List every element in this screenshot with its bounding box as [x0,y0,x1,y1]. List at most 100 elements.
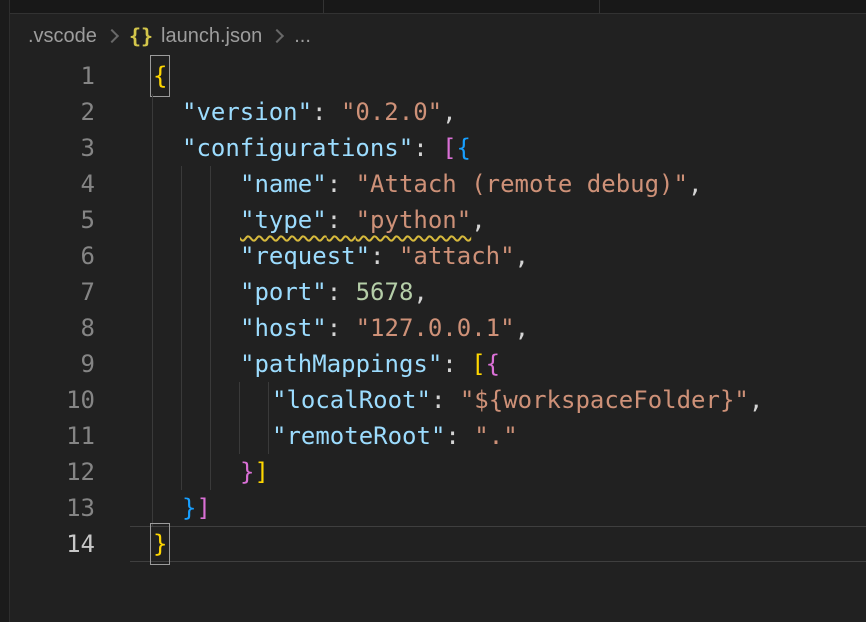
code-token: } [182,494,196,522]
indent-guide [152,382,153,418]
line-number[interactable]: 7 [10,274,95,310]
line-number[interactable]: 14 [10,526,95,562]
code-line-12[interactable]: 12}] [10,454,866,490]
indent-guide [152,490,153,526]
code-token: "127.0.0.1" [356,314,515,342]
indent-guide [268,382,269,418]
line-number[interactable]: 11 [10,418,95,454]
line-content: "port": 5678, [240,274,428,310]
line-number[interactable]: 4 [10,166,95,202]
code-token: { [486,350,500,378]
code-token: "name" [240,170,327,198]
indent-guide [152,202,153,238]
line-number[interactable]: 9 [10,346,95,382]
code-line-4[interactable]: 4"name": "Attach (remote debug)", [10,166,866,202]
indent-guide [181,166,182,202]
code-token: , [515,242,529,270]
code-token: } [240,458,254,486]
code-token: , [688,170,702,198]
code-token: : [370,242,399,270]
tab-separator [323,0,324,13]
code-line-8[interactable]: 8 "host": "127.0.0.1", [10,310,866,346]
line-content: "host": "127.0.0.1", [240,310,529,346]
code-token: "request" [240,242,370,270]
json-file-icon: {} [129,24,153,48]
code-token: , [442,98,456,126]
line-content: { [153,58,167,94]
code-token: "0.2.0" [341,98,442,126]
code-token: [ [442,134,456,162]
indent-guide [210,202,211,238]
indent-guide [181,382,182,418]
indent-guide [181,310,182,346]
indent-guide [210,418,211,454]
line-number[interactable]: 1 [10,58,95,94]
breadcrumb-folder[interactable]: .vscode [28,25,97,48]
code-line-13[interactable]: 13}] [10,490,866,526]
code-token: "version" [182,98,312,126]
indent-guide [268,418,269,454]
chevron-right-icon [105,29,119,43]
code-token: "type" [240,206,327,234]
line-content: "version": "0.2.0", [182,94,457,130]
code-token: "python" [356,206,472,234]
line-number[interactable]: 3 [10,130,95,166]
code-token: "host" [240,314,327,342]
code-line-11[interactable]: 11 "remoteRoot": "." [10,418,866,454]
code-token: [ [471,350,485,378]
line-content: "remoteRoot": "." [272,418,518,454]
code-token: : [442,350,471,378]
bracket-match: { [153,58,167,94]
code-line-9[interactable]: 9 "pathMappings": [{ [10,346,866,382]
indent-guide [181,238,182,274]
code-token: : [431,386,460,414]
line-number[interactable]: 2 [10,94,95,130]
chevron-right-icon [270,29,284,43]
code-line-7[interactable]: 7 "port": 5678, [10,274,866,310]
indent-guide [152,310,153,346]
indent-guide [181,346,182,382]
code-line-10[interactable]: 10"localRoot": "${workspaceFolder}", [10,382,866,418]
code-token: "${workspaceFolder}" [460,386,749,414]
code-token: "." [474,422,517,450]
code-token: , [471,206,485,234]
code-token: , [413,278,427,306]
line-content: }] [240,454,269,490]
breadcrumb: .vscode {} launch.json ... [10,14,866,58]
code-line-5[interactable]: 5"type": "python", [10,202,866,238]
code-line-1[interactable]: 1{ [10,58,866,94]
indent-guide [210,382,211,418]
code-editor[interactable]: 1{2"version": "0.2.0",3"configurations":… [10,58,866,622]
indent-guide [210,274,211,310]
line-content: "request": "attach", [240,238,529,274]
line-content: "configurations": [{ [182,130,471,166]
code-token: "port" [240,278,327,306]
indent-guide [152,238,153,274]
indent-guide [210,310,211,346]
line-number[interactable]: 12 [10,454,95,490]
code-token: , [515,314,529,342]
line-number[interactable]: 8 [10,310,95,346]
code-line-2[interactable]: 2 "version": "0.2.0", [10,94,866,130]
sidebar-edge-divider[interactable] [0,0,10,622]
breadcrumb-symbol-overflow[interactable]: ... [294,25,311,48]
indent-guide [152,130,153,166]
indent-guide [181,274,182,310]
indent-guide [210,166,211,202]
indent-guide [210,454,211,490]
breadcrumb-file[interactable]: launch.json [161,25,262,48]
code-token: "attach" [399,242,515,270]
code-line-14[interactable]: 14} [10,526,866,562]
line-content: "pathMappings": [{ [240,346,500,382]
line-number[interactable]: 5 [10,202,95,238]
code-token: : [413,134,442,162]
code-line-6[interactable]: 6 "request": "attach", [10,238,866,274]
code-token: ] [196,494,210,522]
line-number[interactable]: 6 [10,238,95,274]
code-token: "Attach (remote debug)" [356,170,688,198]
line-number[interactable]: 10 [10,382,95,418]
tab-bar[interactable] [0,0,866,14]
indent-guide [181,202,182,238]
code-line-3[interactable]: 3 "configurations": [{ [10,130,866,166]
line-number[interactable]: 13 [10,490,95,526]
